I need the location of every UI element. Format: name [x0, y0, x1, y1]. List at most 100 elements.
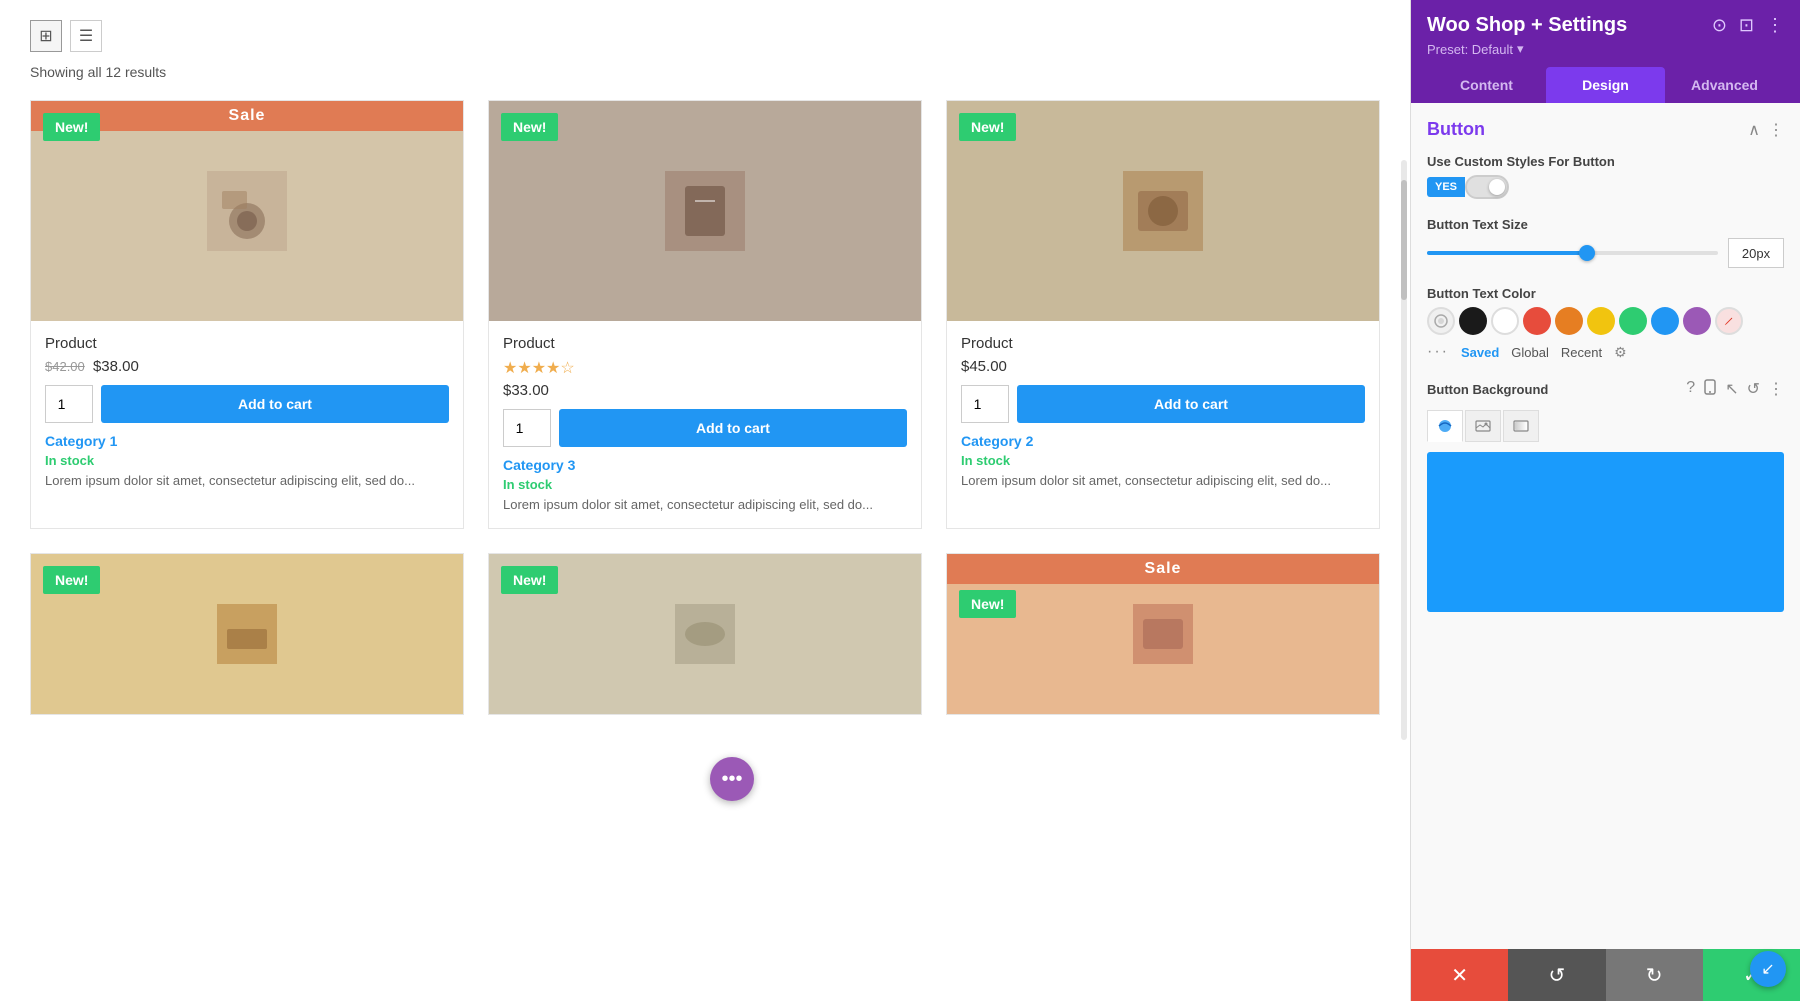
orange-swatch[interactable]	[1555, 307, 1583, 335]
product-desc: Lorem ipsum dolor sit amet, consectetur …	[961, 472, 1365, 490]
pencil-swatch[interactable]	[1715, 307, 1743, 335]
recent-option[interactable]: Recent	[1561, 345, 1602, 360]
saved-option[interactable]: Saved	[1461, 345, 1499, 360]
product-name: Product	[45, 335, 449, 352]
section-header: Button ∧ ⋮	[1427, 119, 1784, 140]
bg-cursor-icon[interactable]: ↖	[1725, 379, 1738, 400]
tab-content[interactable]: Content	[1427, 67, 1546, 103]
product-info: Product $45.00 Add to cart Category 2 In…	[947, 321, 1379, 504]
bg-icons: ? ↖ ↺ ⋮	[1686, 379, 1784, 400]
floating-menu-button[interactable]: •••	[710, 757, 754, 801]
toggle-switch[interactable]	[1465, 175, 1509, 199]
toggle-yes-label: YES	[1427, 177, 1465, 197]
more-options-icon[interactable]: ⋮	[1766, 15, 1784, 36]
category-link[interactable]: Category 3	[503, 457, 907, 473]
collapse-icon[interactable]: ∧	[1748, 120, 1760, 140]
slider-fill	[1427, 251, 1587, 255]
target-icon[interactable]: ⊙	[1712, 15, 1727, 36]
use-custom-styles-row: Use Custom Styles For Button YES	[1427, 154, 1784, 199]
use-custom-label: Use Custom Styles For Button	[1427, 154, 1784, 169]
tab-design[interactable]: Design	[1546, 67, 1665, 103]
new-badge: New!	[959, 590, 1016, 618]
new-badge: New!	[43, 566, 100, 594]
new-badge: New!	[501, 566, 558, 594]
slider-thumb[interactable]	[1579, 245, 1595, 261]
right-panel: Woo Shop + Settings ⊙ ⊡ ⋮ Preset: Defaul…	[1410, 0, 1800, 1001]
global-option[interactable]: Global	[1511, 345, 1549, 360]
product-card: Sale New! Product $42.00 $38.00 Add to c…	[30, 100, 464, 529]
eyedropper-swatch[interactable]	[1427, 307, 1455, 335]
more-colors-dots[interactable]: ···	[1427, 343, 1449, 361]
new-badge: New!	[501, 113, 558, 141]
text-color-label: Button Text Color	[1427, 286, 1784, 301]
product-price: $45.00	[961, 358, 1365, 375]
bg-more-icon[interactable]: ⋮	[1768, 379, 1784, 400]
yellow-swatch[interactable]	[1587, 307, 1615, 335]
view-toggles: ⊞ ☰	[30, 20, 1380, 52]
add-to-cart-button[interactable]: Add to cart	[1017, 385, 1365, 423]
product-stars: ★★★★☆	[503, 358, 907, 378]
cancel-button[interactable]: ✕	[1411, 949, 1508, 1001]
tab-advanced[interactable]: Advanced	[1665, 67, 1784, 103]
bg-type-tabs	[1427, 410, 1784, 442]
new-badge: New!	[959, 113, 1016, 141]
corner-navigate-icon[interactable]: ↙	[1750, 951, 1786, 987]
white-swatch[interactable]	[1491, 307, 1519, 335]
panel-header-icons: ⊙ ⊡ ⋮	[1712, 15, 1784, 36]
new-badge: New!	[43, 113, 100, 141]
quantity-input[interactable]	[961, 385, 1009, 423]
preset-chevron[interactable]: ▾	[1517, 41, 1524, 57]
sale-badge: Sale	[947, 554, 1379, 584]
grid-view-button[interactable]: ⊞	[30, 20, 62, 52]
bg-color-preview[interactable]	[1427, 452, 1784, 612]
layout-icon[interactable]: ⊡	[1739, 15, 1754, 36]
bg-help-icon[interactable]: ?	[1686, 379, 1695, 400]
category-link[interactable]: Category 1	[45, 433, 449, 449]
main-content: ⊞ ☰ Showing all 12 results Sale New!	[0, 0, 1410, 1001]
add-to-cart-row: Add to cart	[503, 409, 907, 447]
add-to-cart-row: Add to cart	[961, 385, 1365, 423]
section-header-icons: ∧ ⋮	[1748, 120, 1784, 140]
add-to-cart-button[interactable]: Add to cart	[101, 385, 449, 423]
bg-gradient-tab[interactable]	[1503, 410, 1539, 442]
preset-text: Preset: Default	[1427, 42, 1513, 57]
list-view-button[interactable]: ☰	[70, 20, 102, 52]
panel-body: Button ∧ ⋮ Use Custom Styles For Button …	[1411, 103, 1800, 949]
bg-color-tab[interactable]	[1427, 410, 1463, 442]
price: $38.00	[93, 358, 139, 375]
bg-image-tab[interactable]	[1465, 410, 1501, 442]
color-saved-row: ··· Saved Global Recent ⚙	[1427, 343, 1784, 361]
quantity-input[interactable]	[45, 385, 93, 423]
bg-mobile-icon[interactable]	[1703, 379, 1717, 400]
section-more-icon[interactable]: ⋮	[1768, 120, 1784, 140]
slider-value[interactable]: 20px	[1728, 238, 1784, 268]
panel-preset: Preset: Default ▾	[1427, 41, 1784, 57]
panel-scrollbar-thumb[interactable]	[1401, 180, 1407, 300]
color-settings-icon[interactable]: ⚙	[1614, 344, 1627, 361]
button-background-row: Button Background ? ↖ ↺ ⋮	[1427, 379, 1784, 612]
product-info: Product $42.00 $38.00 Add to cart Catego…	[31, 321, 463, 504]
product-image-wrap: Sale New!	[947, 554, 1379, 714]
add-to-cart-button[interactable]: Add to cart	[559, 409, 907, 447]
slider-track[interactable]	[1427, 251, 1718, 255]
slider-row: 20px	[1427, 238, 1784, 268]
blue-swatch[interactable]	[1651, 307, 1679, 335]
toggle-wrap: YES	[1427, 175, 1784, 199]
price: $33.00	[503, 382, 549, 399]
panel-scrollbar	[1401, 160, 1407, 740]
product-name: Product	[503, 335, 907, 352]
quantity-input[interactable]	[503, 409, 551, 447]
red-swatch[interactable]	[1523, 307, 1551, 335]
product-card: New! Product $45.00 Add to cart Category…	[946, 100, 1380, 529]
black-swatch[interactable]	[1459, 307, 1487, 335]
green-swatch[interactable]	[1619, 307, 1647, 335]
redo-button[interactable]: ↻	[1606, 949, 1703, 1001]
purple-swatch[interactable]	[1683, 307, 1711, 335]
category-link[interactable]: Category 2	[961, 433, 1365, 449]
undo-button[interactable]: ↺	[1508, 949, 1605, 1001]
products-grid: Sale New! Product $42.00 $38.00 Add to c…	[30, 100, 1380, 715]
bg-section-header: Button Background ? ↖ ↺ ⋮	[1427, 379, 1784, 400]
bg-undo-icon[interactable]: ↺	[1747, 379, 1760, 400]
in-stock: In stock	[961, 453, 1365, 468]
in-stock: In stock	[45, 453, 449, 468]
